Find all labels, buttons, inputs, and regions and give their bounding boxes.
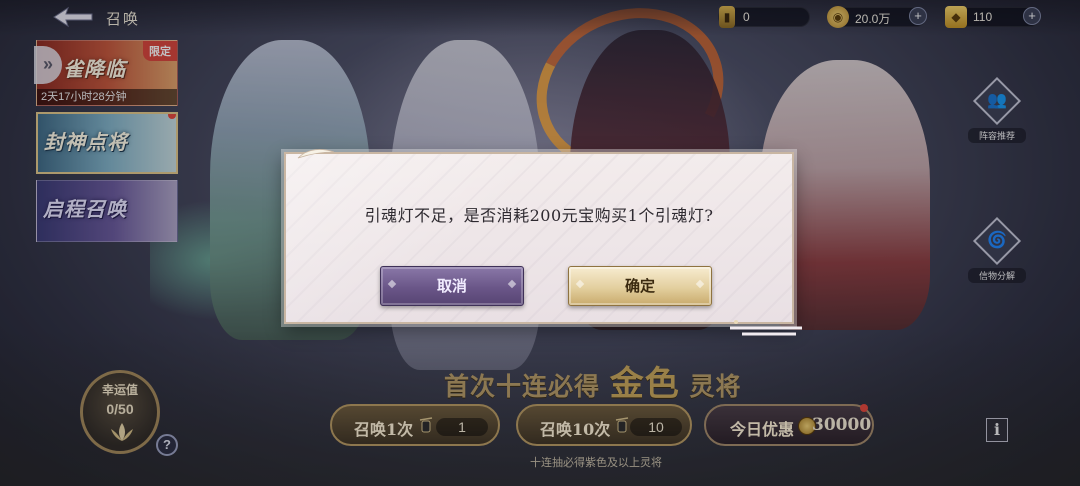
purchase-confirm-dialog: 引魂灯不足，是否消耗200元宝购买1个引魂灯? 取消 确定: [284, 149, 802, 336]
feather-ornament-icon: [297, 149, 335, 159]
dialog-message: 引魂灯不足，是否消耗200元宝购买1个引魂灯?: [364, 206, 714, 225]
cloud-ornament-icon: [730, 320, 802, 336]
cancel-button[interactable]: 取消: [380, 266, 524, 306]
confirm-button[interactable]: 确定: [568, 266, 712, 306]
